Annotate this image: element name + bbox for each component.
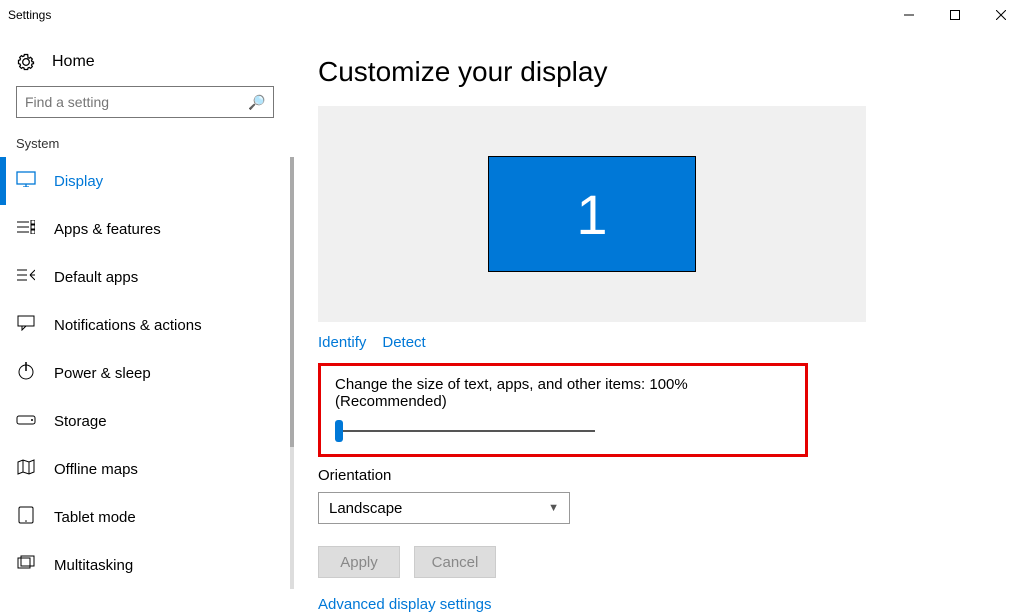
monitor-label: 1 (576, 182, 607, 247)
page-title: Customize your display (318, 56, 996, 88)
sidebar-item-maps[interactable]: Offline maps (0, 445, 290, 493)
search-icon: 🔍 (248, 94, 265, 111)
window-controls (886, 0, 1024, 30)
notifications-icon (16, 315, 36, 335)
slider-track (343, 430, 595, 432)
home-button[interactable]: Home (0, 44, 290, 86)
home-label: Home (52, 53, 95, 71)
monitor-thumbnail[interactable]: 1 (488, 156, 696, 272)
orientation-value: Landscape (329, 500, 402, 517)
orientation-combo[interactable]: Landscape ▼ (318, 492, 570, 524)
sidebar-item-label: Default apps (54, 269, 138, 286)
sidebar-item-storage[interactable]: Storage (0, 397, 290, 445)
window-title: Settings (8, 8, 51, 22)
search-box[interactable]: 🔍 (16, 86, 274, 118)
display-preview[interactable]: 1 (318, 106, 866, 322)
detect-link[interactable]: Detect (382, 334, 425, 351)
scale-slider[interactable] (335, 420, 595, 442)
storage-icon (16, 413, 36, 430)
default-apps-icon (16, 268, 36, 286)
chevron-down-icon: ▼ (548, 502, 559, 514)
apply-button[interactable]: Apply (318, 546, 400, 578)
gear-icon (16, 52, 36, 72)
orientation-label: Orientation (318, 467, 996, 484)
display-icon (16, 171, 36, 191)
sidebar-item-label: Offline maps (54, 461, 138, 478)
search-input[interactable] (25, 94, 245, 110)
tablet-icon (16, 506, 36, 528)
identify-link[interactable]: Identify (318, 334, 366, 351)
close-button[interactable] (978, 0, 1024, 30)
scale-label: Change the size of text, apps, and other… (335, 376, 791, 410)
sidebar-item-display[interactable]: Display (0, 157, 290, 205)
advanced-settings-link[interactable]: Advanced display settings (318, 596, 491, 613)
scale-highlight: Change the size of text, apps, and other… (318, 363, 808, 457)
main-panel: Customize your display 1 Identify Detect… (290, 30, 1024, 576)
sidebar-item-label: Storage (54, 413, 107, 430)
sidebar: Home 🔍 System Display Apps & features De… (0, 30, 290, 576)
sidebar-item-label: Apps & features (54, 221, 161, 238)
cancel-button[interactable]: Cancel (414, 546, 496, 578)
power-icon (16, 362, 36, 384)
maps-icon (16, 459, 36, 479)
sidebar-item-multitask[interactable]: Multitasking (0, 541, 290, 589)
sidebar-item-default-apps[interactable]: Default apps (0, 253, 290, 301)
minimize-button[interactable] (886, 0, 932, 30)
sidebar-item-tablet[interactable]: Tablet mode (0, 493, 290, 541)
sidebar-item-label: Power & sleep (54, 365, 151, 382)
sidebar-item-label: Notifications & actions (54, 317, 202, 334)
sidebar-item-apps[interactable]: Apps & features (0, 205, 290, 253)
sidebar-item-power[interactable]: Power & sleep (0, 349, 290, 397)
sidebar-item-notifications[interactable]: Notifications & actions (0, 301, 290, 349)
apps-icon (16, 220, 36, 238)
slider-thumb[interactable] (335, 420, 343, 442)
sidebar-item-label: Display (54, 173, 103, 190)
sidebar-group-label: System (0, 136, 290, 157)
maximize-button[interactable] (932, 0, 978, 30)
title-bar: Settings (0, 0, 1024, 30)
multitask-icon (16, 555, 36, 575)
sidebar-item-label: Multitasking (54, 557, 133, 574)
sidebar-item-label: Tablet mode (54, 509, 136, 526)
